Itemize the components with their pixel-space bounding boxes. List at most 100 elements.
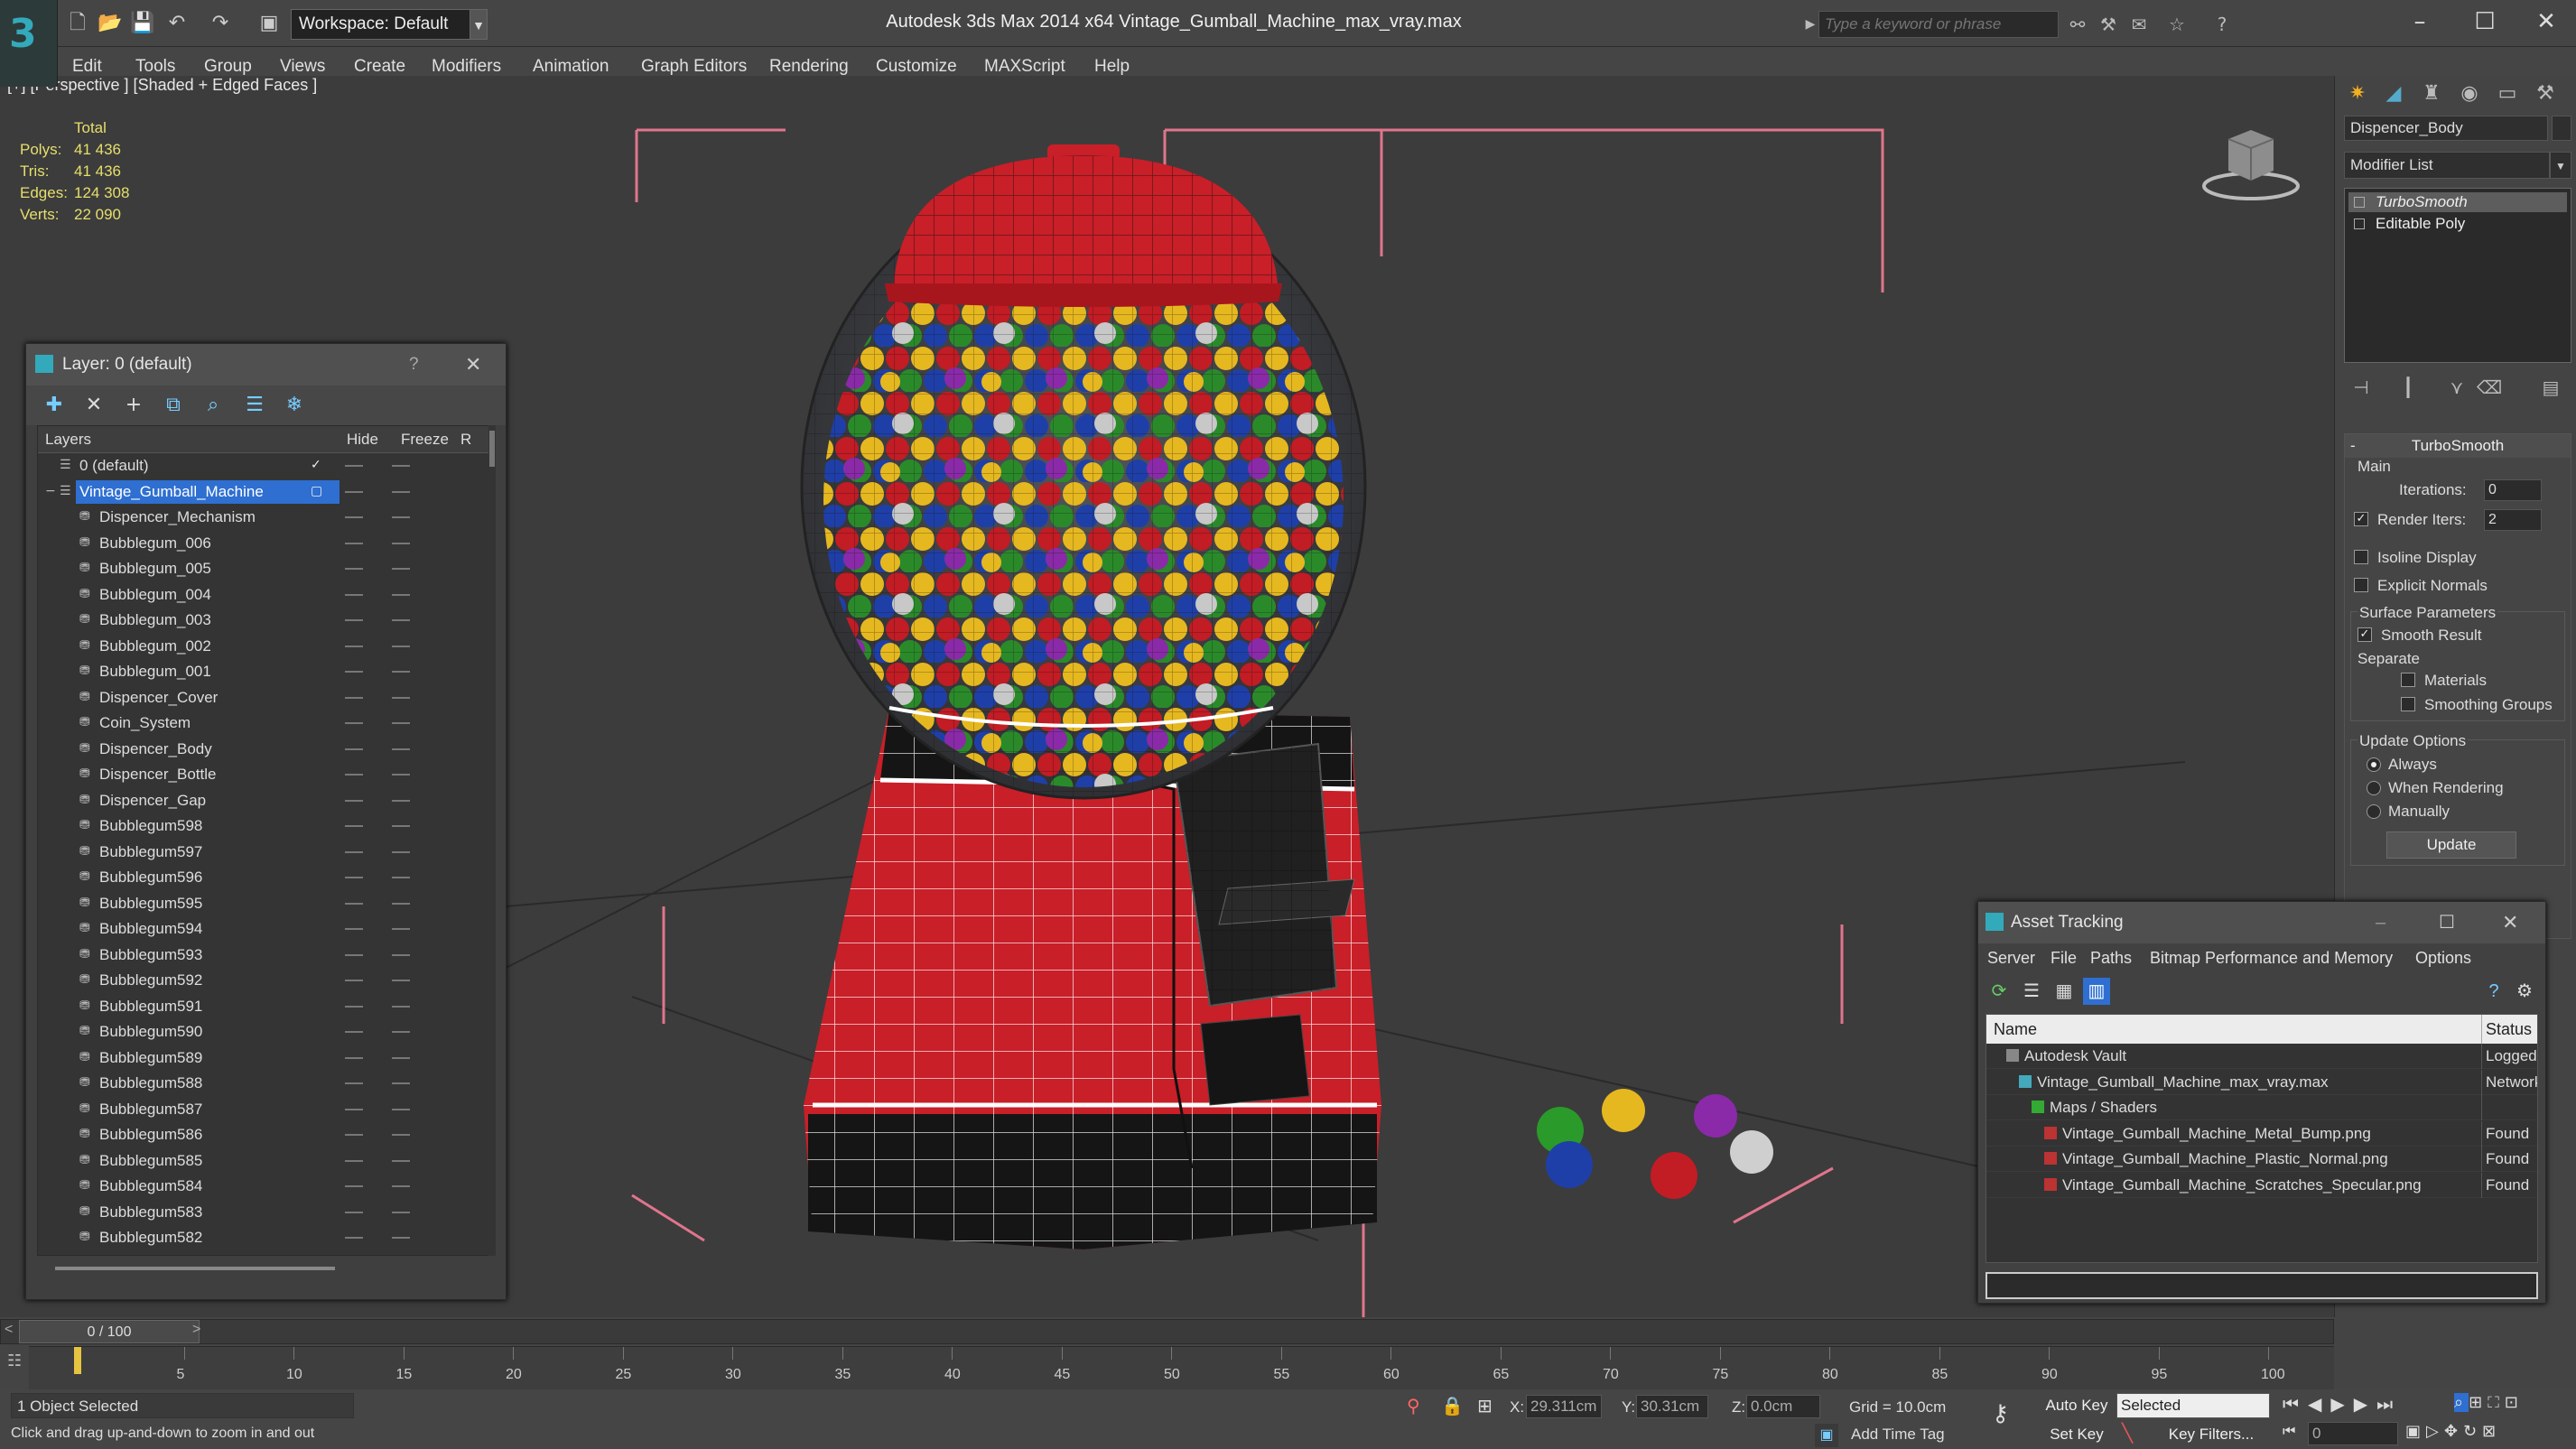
freeze-toggle[interactable] (392, 928, 410, 930)
make-current-icon[interactable]: ▢ (311, 483, 323, 499)
freeze-toggle[interactable] (392, 1185, 410, 1187)
update-button[interactable]: Update (2386, 831, 2516, 859)
layer-row[interactable]: ⛃ Dispencer_Mechanism (38, 505, 471, 530)
iterations-spinner[interactable]: 0 (2484, 479, 2542, 501)
hide-all-icon[interactable]: ☰ (239, 391, 270, 420)
when-rendering-radio[interactable] (2367, 781, 2381, 795)
col-hide[interactable]: Hide (347, 426, 378, 453)
lock-selection-icon[interactable]: 🔒 (1441, 1395, 1465, 1418)
asset-row[interactable]: Maps / Shaders (1986, 1095, 2537, 1120)
col-layers[interactable]: Layers (45, 426, 91, 453)
col-name[interactable]: Name (1994, 1015, 2037, 1044)
layer-row[interactable]: ⛃ Bubblegum596 (38, 865, 471, 890)
always-radio[interactable] (2367, 757, 2381, 772)
layer-row[interactable]: ⛃ Bubblegum588 (38, 1071, 471, 1096)
layer-row[interactable]: ⛃ Bubblegum594 (38, 916, 471, 942)
mini-curve-editor-icon[interactable]: ☷ (7, 1351, 27, 1371)
col-render[interactable]: R (460, 426, 471, 453)
asset-row[interactable]: Vintage_Gumball_Machine_Plastic_Normal.p… (1986, 1147, 2537, 1172)
freeze-toggle[interactable] (392, 1237, 410, 1239)
fov-icon[interactable]: ▷ (2426, 1422, 2444, 1441)
render-iters-checkbox[interactable]: ✓ (2354, 512, 2368, 526)
layer-row[interactable]: ⛃ Bubblegum587 (38, 1097, 471, 1122)
layer-row[interactable]: ⛃ Bubblegum589 (38, 1045, 471, 1071)
key-filters-button[interactable]: Key Filters... (2153, 1422, 2270, 1447)
binoculars-icon[interactable]: ⚯ (2064, 11, 2091, 38)
layer-row[interactable]: ☰ 0 (default) ✓ (38, 453, 471, 478)
layer-row[interactable]: ⛃ Bubblegum585 (38, 1148, 471, 1174)
configure-modifier-sets-icon[interactable]: ▤ (2537, 374, 2564, 401)
freeze-toggle[interactable] (392, 902, 410, 905)
play-icon[interactable]: ▶ (2330, 1393, 2353, 1415)
hide-toggle[interactable] (345, 1185, 363, 1187)
help-icon[interactable]: ? (2209, 11, 2236, 38)
save-icon[interactable]: 💾 (128, 9, 157, 38)
layer-row[interactable]: ⛃ Bubblegum584 (38, 1174, 471, 1199)
asset-menu-paths[interactable]: Paths (2090, 943, 2132, 972)
hide-toggle[interactable] (345, 1237, 363, 1239)
redo-icon[interactable]: ↷ (206, 9, 235, 38)
show-end-result-icon[interactable]: ┃ (2395, 374, 2422, 401)
expand-icon[interactable] (45, 457, 58, 473)
freeze-toggle[interactable] (392, 1056, 410, 1059)
hide-toggle[interactable] (345, 465, 363, 467)
time-tag-icon[interactable]: ▣ (1815, 1424, 1838, 1447)
manually-radio[interactable] (2367, 804, 2381, 819)
layer-row[interactable]: ⛃ Bubblegum_001 (38, 659, 471, 684)
time-slider[interactable]: < 0 / 100 > (0, 1319, 2334, 1344)
layer-row[interactable]: ⛃ Dispencer_Gap (38, 788, 471, 813)
auto-key-button[interactable]: Auto Key (2042, 1393, 2111, 1418)
freeze-toggle[interactable] (392, 799, 410, 802)
new-file-icon[interactable]: 🗋 (63, 9, 92, 38)
freeze-toggle[interactable] (392, 850, 410, 853)
layer-window-title[interactable]: Layer: 0 (default) ? ✕ (26, 344, 506, 385)
freeze-toggle[interactable] (392, 953, 410, 956)
prev-frame-icon[interactable]: < (5, 1322, 13, 1338)
chevron-down-icon[interactable]: ▼ (2550, 152, 2571, 179)
x-coordinate-field[interactable]: 29.311cm (1526, 1395, 1602, 1418)
hide-toggle[interactable] (345, 1056, 363, 1059)
isolate-selection-icon[interactable]: ⚲ (1407, 1395, 1430, 1418)
hide-toggle[interactable] (345, 542, 363, 544)
freeze-toggle[interactable] (392, 568, 410, 570)
display-tab-icon[interactable]: ▭ (2490, 76, 2525, 112)
next-frame-icon[interactable]: > (192, 1322, 200, 1338)
layer-row[interactable]: ⛃ Bubblegum592 (38, 968, 471, 993)
freeze-toggle[interactable] (392, 465, 410, 467)
layer-row[interactable]: ⛃ Bubblegum582 (38, 1225, 471, 1250)
go-to-start-icon[interactable]: ⏮ (2283, 1393, 2308, 1415)
freeze-toggle[interactable] (392, 1134, 410, 1136)
modifier-list-dropdown[interactable]: Modifier List (2344, 152, 2550, 179)
freeze-toggle[interactable] (392, 1211, 410, 1213)
close-icon[interactable]: ✕ (465, 344, 481, 385)
smoothing-groups-checkbox[interactable] (2401, 697, 2415, 711)
freeze-toggle[interactable] (392, 980, 410, 981)
undo-icon[interactable]: ↶ (163, 9, 191, 38)
subscription-icon[interactable]: ⚒ (2095, 11, 2122, 38)
stack-item-turbosmooth[interactable]: TurboSmooth (2348, 192, 2567, 212)
expand-icon[interactable]: − (45, 483, 58, 499)
delete-layer-icon[interactable]: ✕ (79, 391, 109, 420)
maximize-icon[interactable]: ☐ (2458, 4, 2512, 40)
hide-toggle[interactable] (345, 774, 363, 776)
layer-row[interactable]: ⛃ Bubblegum586 (38, 1122, 471, 1147)
hide-toggle[interactable] (345, 1211, 363, 1213)
key-mode-icon[interactable]: ⏮ (2283, 1422, 2302, 1445)
isoline-display-checkbox[interactable] (2354, 550, 2368, 564)
table-view-icon[interactable]: ▥ (2083, 978, 2110, 1005)
time-slider-knob[interactable]: 0 / 100 (19, 1320, 200, 1343)
modify-tab-icon[interactable]: ◢ (2376, 76, 2411, 112)
asset-menu-options[interactable]: Options (2415, 943, 2471, 972)
layer-row[interactable]: ⛃ Bubblegum595 (38, 891, 471, 916)
hide-toggle[interactable] (345, 1082, 363, 1084)
freeze-toggle[interactable] (392, 774, 410, 776)
next-key-icon[interactable]: ▶ (2354, 1393, 2376, 1415)
expand-icon[interactable] (2354, 218, 2365, 229)
app-logo[interactable]: 3 (0, 0, 58, 87)
minimize-icon[interactable]: – (2393, 4, 2447, 40)
remove-modifier-icon[interactable]: ⌫ (2476, 374, 2503, 401)
pan-icon[interactable]: ✥ (2444, 1422, 2463, 1441)
hide-toggle[interactable] (345, 928, 363, 930)
hide-toggle[interactable] (345, 568, 363, 570)
layer-row[interactable]: ⛃ Bubblegum583 (38, 1200, 471, 1225)
